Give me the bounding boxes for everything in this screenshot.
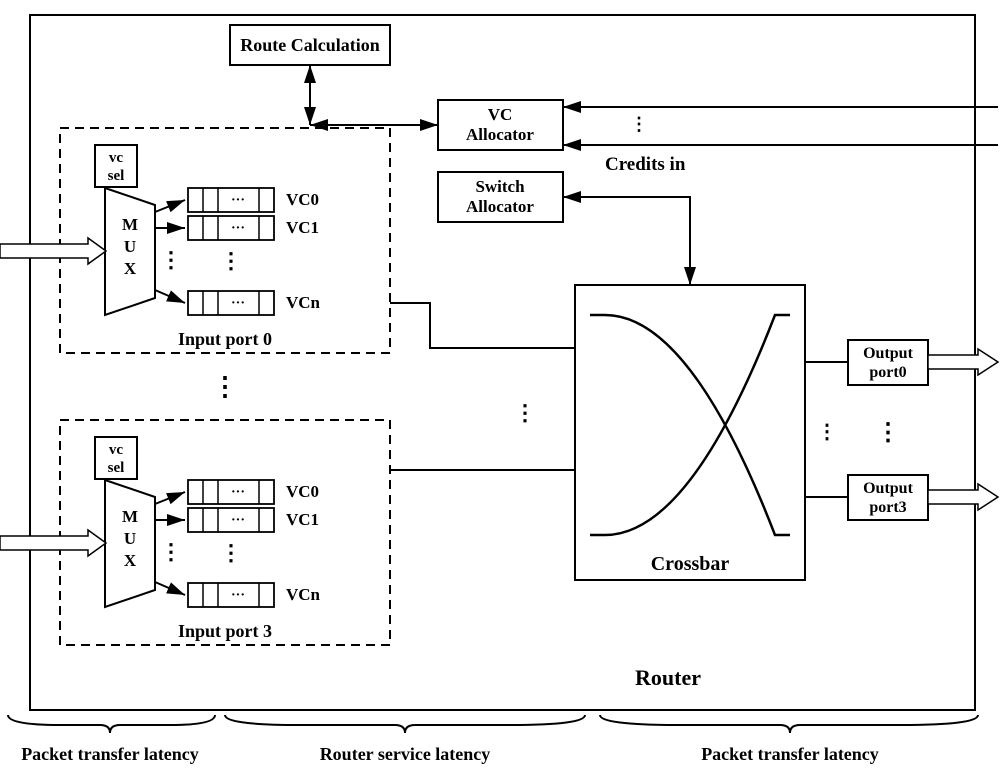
latency-mid: Router service latency — [320, 744, 491, 764]
crossbar-in-vdots: ⋮ — [514, 400, 536, 425]
svg-text:⋮: ⋮ — [160, 247, 182, 272]
output-port3-l1: Output — [863, 480, 913, 497]
crossbar-label: Crossbar — [651, 553, 730, 575]
credits-vdots: ⋮ — [630, 114, 648, 134]
svg-text:VC1: VC1 — [286, 510, 319, 529]
svg-text:VC0: VC0 — [286, 482, 319, 501]
svg-text:VC0: VC0 — [286, 190, 319, 209]
svg-text:X: X — [124, 259, 137, 278]
buffer-vc0-p3: ··· VC0 — [188, 480, 319, 504]
svg-text:vc: vc — [109, 442, 124, 458]
output-port0-l2: port0 — [869, 364, 906, 381]
router-label: Router — [635, 665, 701, 690]
svg-text:···: ··· — [231, 296, 245, 311]
crossbar-block: Crossbar — [575, 285, 805, 580]
input-port-3: Input port 3 vc sel M U X ··· VC0 ··· VC… — [0, 420, 390, 645]
buffer-vcn-p3: ··· VCn — [188, 583, 321, 607]
svg-text:sel: sel — [108, 168, 125, 184]
input-port-0-label: Input port 0 — [178, 329, 272, 349]
ports-vdots: ⋮ — [212, 372, 238, 401]
svg-text:···: ··· — [231, 221, 245, 236]
brace-left — [8, 715, 215, 733]
buffer-vc0-p0: ··· VC0 — [188, 188, 319, 212]
router-diagram: Router Route Calculation VC Allocator Sw… — [0, 0, 1000, 773]
vc-allocator-l2: Allocator — [466, 125, 534, 144]
svg-text:sel: sel — [108, 460, 125, 476]
crossbar-out-vdots: ⋮ — [817, 421, 837, 443]
svg-text:···: ··· — [231, 193, 245, 208]
input-arrow-3 — [0, 530, 106, 556]
switch-to-crossbar — [563, 197, 690, 285]
brace-mid — [225, 715, 585, 733]
buffer-vc1-p3: ··· VC1 — [188, 508, 319, 532]
svg-text:M: M — [122, 215, 138, 234]
route-calculation-label: Route Calculation — [240, 35, 380, 55]
svg-text:⋮: ⋮ — [220, 540, 242, 565]
output-arrow-0 — [928, 349, 998, 375]
latency-left: Packet transfer latency — [21, 744, 199, 764]
svg-text:VCn: VCn — [286, 585, 321, 604]
credits-in-label: Credits in — [605, 154, 686, 175]
svg-text:···: ··· — [231, 513, 245, 528]
output-arrow-3 — [928, 484, 998, 510]
output-port0-l1: Output — [863, 345, 913, 362]
svg-text:U: U — [124, 237, 136, 256]
output-port3-l2: port3 — [869, 499, 906, 516]
svg-text:VCn: VCn — [286, 293, 321, 312]
input-port-0: Input port 0 vc sel M U X ··· VC0 — [0, 128, 390, 353]
port0-to-crossbar — [390, 303, 575, 348]
input-arrow-0 — [0, 238, 106, 264]
svg-text:⋮: ⋮ — [160, 539, 182, 564]
svg-text:M: M — [122, 507, 138, 526]
input-port-3-label: Input port 3 — [178, 621, 272, 641]
svg-text:···: ··· — [231, 485, 245, 500]
switch-allocator-l2: Allocator — [466, 197, 534, 216]
output-vdots: ⋮ — [876, 420, 900, 446]
svg-text:vc: vc — [109, 150, 124, 166]
latency-right: Packet transfer latency — [701, 744, 879, 764]
svg-text:X: X — [124, 551, 137, 570]
brace-right — [600, 715, 978, 733]
svg-text:VC1: VC1 — [286, 218, 319, 237]
buffer-vc1-p0: ··· VC1 — [188, 216, 319, 240]
switch-allocator-l1: Switch — [475, 177, 525, 196]
svg-text:···: ··· — [231, 588, 245, 603]
buffer-vcn-p0: ··· VCn — [188, 291, 321, 315]
svg-text:⋮: ⋮ — [220, 248, 242, 273]
vc-allocator-l1: VC — [488, 105, 513, 124]
svg-text:U: U — [124, 529, 136, 548]
